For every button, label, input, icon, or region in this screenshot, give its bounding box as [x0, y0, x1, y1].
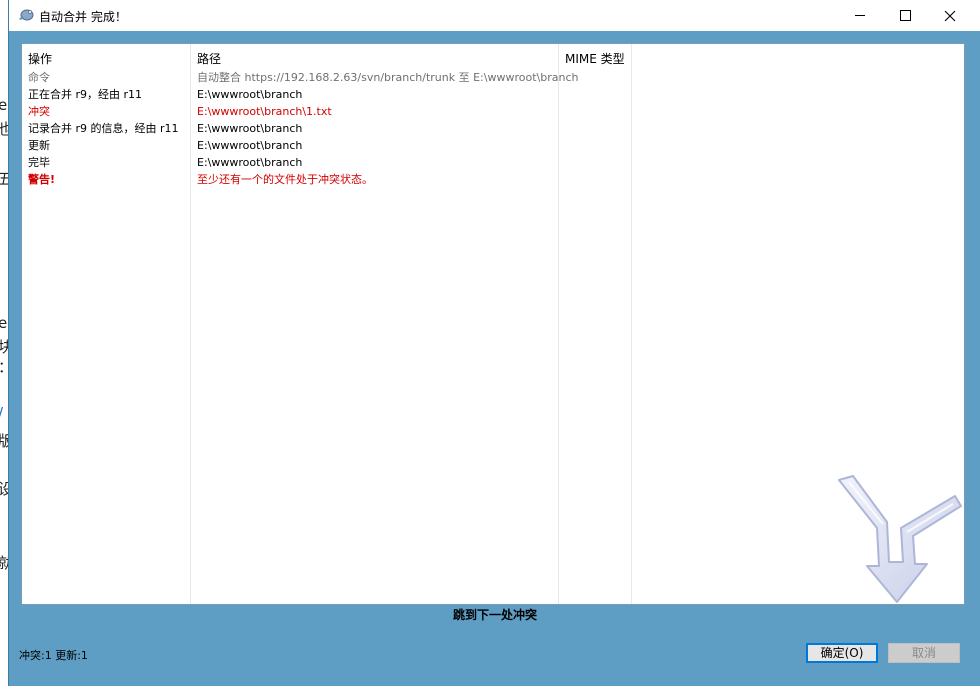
title-bar: 自动合并 完成！: [9, 0, 980, 31]
merge-arrow-icon: [838, 475, 962, 603]
mime-column: MIME 类型: [559, 44, 632, 604]
row-path: E:\wwwroot\branch: [197, 122, 303, 135]
tortoise-svn-icon: [19, 9, 34, 21]
ok-button[interactable]: 确定(O): [806, 643, 878, 663]
row-operation: 记录合并 r9 的信息，经由 r11: [28, 122, 179, 135]
row-path: E:\wwwroot\branch\1.txt: [197, 105, 332, 118]
window-title: 自动合并 完成！: [39, 10, 127, 24]
row-operation: 命令: [28, 71, 50, 84]
row-path: E:\wwwroot\branch: [197, 139, 303, 152]
row-path: E:\wwwroot\branch: [197, 156, 303, 169]
next-conflict-link[interactable]: 跳到下一处冲突: [9, 606, 980, 623]
merge-dialog: 自动合并 完成！ 操作 路径 MIME 类型 命令 自动整合 https://1…: [8, 0, 980, 686]
row-operation: 冲突: [28, 105, 50, 118]
cancel-button[interactable]: 取消: [888, 643, 960, 663]
row-path: 至少还有一个的文件处于冲突状态。: [197, 173, 373, 186]
column-header-operation[interactable]: 操作: [28, 50, 52, 67]
column-header-mime[interactable]: MIME 类型: [565, 50, 625, 67]
minimize-button[interactable]: [837, 0, 883, 31]
row-operation: 警告!: [28, 173, 56, 186]
row-path: E:\wwwroot\branch: [197, 88, 303, 101]
maximize-button[interactable]: [882, 0, 928, 31]
column-header-path[interactable]: 路径: [197, 50, 221, 67]
row-operation: 完毕: [28, 156, 50, 169]
maximize-icon: [899, 10, 911, 21]
row-operation: 更新: [28, 139, 50, 152]
close-button[interactable]: [927, 0, 973, 31]
close-icon: [944, 10, 956, 21]
merge-results-list[interactable]: 操作 路径 MIME 类型 命令 自动整合 https://192.168.2.…: [21, 43, 965, 605]
status-summary: 冲突:1 更新:1: [19, 649, 88, 662]
minimize-icon: [855, 15, 865, 16]
row-operation: 正在合并 r9，经由 r11: [28, 88, 143, 101]
row-path: 自动整合 https://192.168.2.63/svn/branch/tru…: [197, 71, 579, 84]
